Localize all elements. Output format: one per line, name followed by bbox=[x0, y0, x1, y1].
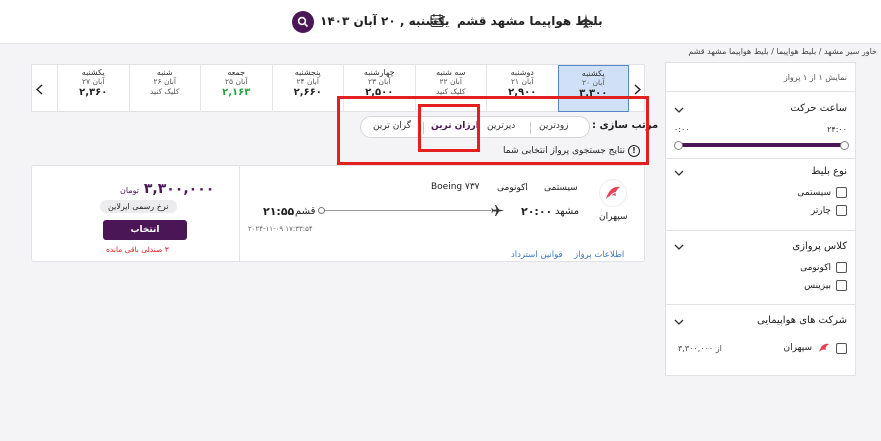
chevron-down-icon[interactable] bbox=[674, 243, 684, 251]
date-day-name: جمعه bbox=[227, 68, 246, 77]
route-origin-dot bbox=[318, 207, 325, 214]
date-option[interactable]: پنجشنبه ۲۴ آبان ۲,۶۶۰ bbox=[271, 65, 344, 112]
date-option[interactable]: شنبه ۲۶ آبان کلیک کنید bbox=[128, 65, 201, 112]
chevron-right-icon bbox=[634, 83, 641, 95]
result-count: نمایش ۱ از ۱ پرواز bbox=[783, 73, 847, 82]
chevron-down-icon[interactable] bbox=[674, 318, 684, 326]
ticket-type-option-charter[interactable]: چارتر bbox=[811, 205, 847, 216]
filter-title-airlines[interactable]: شرکت های هواپیمایی bbox=[757, 315, 847, 326]
seats-left: ۳ صندلی باقی مانده bbox=[106, 245, 169, 254]
flight-info-link[interactable]: اطلاعات پرواز bbox=[574, 250, 624, 260]
select-flight-button[interactable]: انتخاب bbox=[103, 220, 187, 240]
filter-title-ticket-type[interactable]: نوع بلیط bbox=[811, 166, 847, 177]
divider bbox=[666, 91, 855, 92]
aircraft-model: Boeing ۷۳۷ bbox=[431, 182, 480, 192]
airline-min-price: از ۳,۳۰۰,۰۰۰ bbox=[678, 344, 722, 353]
divider bbox=[666, 158, 855, 159]
airline-name: سپهران bbox=[599, 212, 628, 222]
slider-handle-min[interactable] bbox=[674, 141, 683, 150]
date-label: ۲۱ آبان bbox=[511, 77, 534, 86]
route-line bbox=[321, 210, 491, 211]
checkbox[interactable] bbox=[836, 280, 847, 291]
plane-icon bbox=[491, 205, 504, 216]
date-price: ۲,۶۶۰ bbox=[293, 87, 322, 98]
date-day-name: چهارشنبه bbox=[363, 68, 395, 77]
date-label: ۲۵ آبان bbox=[225, 77, 248, 86]
date-day-name: سه شنبه bbox=[436, 68, 466, 77]
filter-title-departure-time[interactable]: ساعت حرکت bbox=[790, 103, 847, 114]
date-label: ۲۳ آبان bbox=[368, 77, 391, 86]
chevron-left-icon bbox=[35, 83, 42, 95]
date-label: ۲۲ آبان bbox=[439, 77, 462, 86]
timestamp: ۲۰۲۴-۱۱-۰۹ ۱۷:۳۳:۵۴ bbox=[248, 225, 313, 233]
divider bbox=[666, 230, 855, 231]
chevron-down-icon[interactable] bbox=[674, 169, 684, 177]
filter-title-flight-class[interactable]: کلاس پروازی bbox=[792, 241, 847, 252]
date-day-name: شنبه bbox=[156, 68, 173, 77]
divider bbox=[239, 166, 240, 262]
calendar-icon bbox=[430, 14, 444, 28]
plane-icon bbox=[579, 14, 593, 28]
time-range-min: ۰:۰۰ bbox=[674, 125, 690, 134]
class-option-economy[interactable]: اکونومی bbox=[800, 262, 847, 273]
checkbox[interactable] bbox=[836, 342, 847, 354]
fare-tag: نرخ رسمی ایرلاین bbox=[100, 200, 177, 213]
date-day-name: یکشنبه bbox=[581, 69, 605, 78]
time-range-max: ۲۴:۰۰ bbox=[827, 125, 847, 134]
date-day-name: دوشنبه bbox=[510, 68, 534, 77]
date-price: ۲,۱۶۳ bbox=[222, 87, 251, 98]
highlight-box-sort bbox=[337, 96, 649, 165]
airline-logo-icon bbox=[819, 343, 829, 352]
date-price: ۲,۳۶۰ bbox=[79, 87, 108, 98]
flight-card: ۳,۳۰۰,۰۰۰ تومان نرخ رسمی ایرلاین انتخاب … bbox=[31, 165, 645, 262]
option-label: اکونومی bbox=[800, 262, 831, 273]
date-label: ۲۶ آبان bbox=[153, 77, 176, 86]
top-bar: یکشنبه , ۲۰ آبان ۱۴۰۳ بلیط هواپیما مشهد … bbox=[0, 0, 881, 44]
currency: تومان bbox=[120, 186, 139, 195]
checkbox[interactable] bbox=[836, 262, 847, 273]
airline-logo-icon bbox=[606, 186, 620, 199]
date-prev-button[interactable] bbox=[32, 65, 46, 113]
search-icon bbox=[297, 16, 309, 28]
option-label: چارتر bbox=[810, 205, 831, 216]
flight-class: اکونومی bbox=[497, 183, 528, 193]
search-button[interactable] bbox=[292, 11, 314, 33]
destination-city: قشم bbox=[295, 206, 316, 217]
airline-option-sepehran[interactable]: سپهران bbox=[784, 342, 847, 354]
date-day-name: یکشنبه bbox=[81, 68, 105, 77]
arrival-time: ۲۱:۵۵ bbox=[263, 205, 295, 218]
date-price: کلیک کنید bbox=[436, 87, 466, 96]
option-label: بیزینس bbox=[804, 280, 831, 291]
highlight-box-cheapest bbox=[418, 104, 480, 152]
slider-handle-max[interactable] bbox=[840, 141, 849, 150]
time-range-slider[interactable] bbox=[678, 143, 845, 147]
price-value: ۳,۳۰۰,۰۰۰ bbox=[143, 181, 215, 197]
breadcrumb[interactable]: خاور سیر مشهد / بلیط هواپیما / بلیط هواپ… bbox=[688, 47, 877, 56]
divider bbox=[666, 304, 855, 305]
checkbox[interactable] bbox=[836, 187, 847, 198]
date-price: کلیک کنید bbox=[150, 87, 180, 96]
flight-price: ۳,۳۰۰,۰۰۰ تومان bbox=[120, 181, 214, 197]
departure-time: ۲۰:۰۰ bbox=[521, 205, 553, 218]
date-label: ۲۰ آبان bbox=[582, 78, 605, 87]
date-day-name: پنجشنبه bbox=[294, 68, 321, 77]
date-label: ۲۴ آبان bbox=[296, 77, 319, 86]
flight-type: سیستمی bbox=[544, 183, 578, 193]
airline-label: سپهران bbox=[783, 343, 812, 353]
chevron-down-icon[interactable] bbox=[674, 106, 684, 114]
filter-sidebar: نمایش ۱ از ۱ پرواز ساعت حرکت ۲۴:۰۰ ۰:۰۰ … bbox=[665, 62, 856, 376]
ticket-type-option-system[interactable]: سیستمی bbox=[797, 187, 847, 198]
airline-logo bbox=[599, 179, 627, 207]
class-option-business[interactable]: بیزینس bbox=[804, 280, 847, 291]
date-label: ۲۷ آبان bbox=[82, 77, 105, 86]
date-option[interactable]: جمعه ۲۵ آبان ۲,۱۶۳ bbox=[200, 65, 272, 112]
date-option[interactable]: یکشنبه ۲۷ آبان ۲,۳۶۰ bbox=[57, 65, 129, 112]
origin-city: مشهد bbox=[555, 206, 580, 217]
refund-rules-link[interactable]: قوانین استرداد bbox=[511, 250, 563, 260]
checkbox[interactable] bbox=[836, 205, 847, 216]
option-label: سیستمی bbox=[797, 187, 831, 198]
